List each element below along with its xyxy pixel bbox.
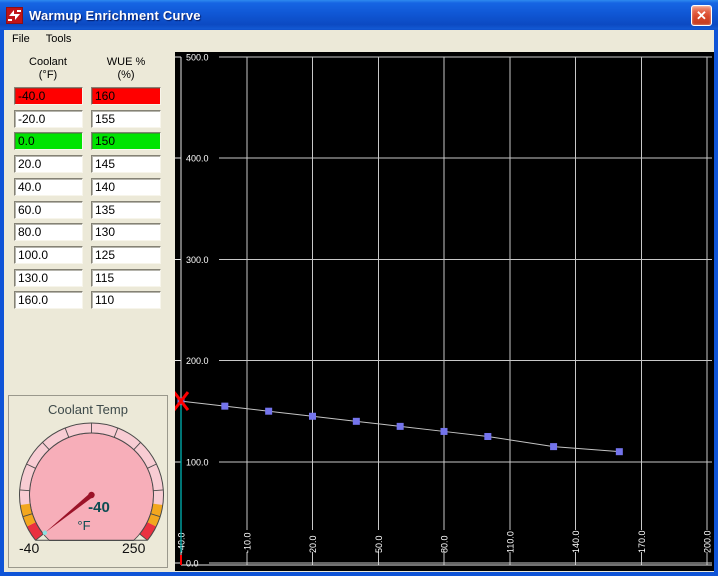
menu-tools[interactable]: Tools [38,31,80,47]
y-tick-label: 300.0 [186,255,209,265]
x-tick-label: 20.0 [308,535,318,553]
curve-point-6[interactable] [440,427,448,435]
y-tick-label: 0.0 [186,559,199,569]
wue-chart: 0.0100.0200.0300.0400.0500.0-40.0-10.020… [175,52,714,571]
x-tick-label: 80.0 [440,535,450,553]
client-area: File Tools Coolant (°F) WUE % (%) -40.0 1… [4,30,714,572]
wue-cell-1[interactable]: 155 [91,109,161,128]
column-unit: (°F) [38,69,58,81]
wue-cell-7[interactable]: 125 [91,245,161,264]
curve-point-1[interactable] [221,402,229,410]
app-window: Warmup Enrichment Curve ✕ File Tools Coo… [0,0,718,576]
gauge-max-label: 250 [122,540,146,556]
menubar: File Tools [4,30,714,48]
coolant-cell-6[interactable]: 80.0 [14,223,83,242]
x-tick-label: 200.0 [703,530,713,553]
y-tick-label: 400.0 [186,154,209,164]
y-tick-label: 200.0 [186,356,209,366]
curve-point-7[interactable] [484,433,492,440]
wue-cell-4[interactable]: 140 [91,177,161,196]
coolant-cell-4[interactable]: 40.0 [14,177,83,196]
column-header-coolant: Coolant (°F) [12,56,84,82]
x-tick-label: 170.0 [637,530,647,553]
wue-cell-0[interactable]: 160 [91,87,161,105]
column-unit: (%) [117,69,135,81]
curve-point-5[interactable] [396,422,404,430]
column-title: WUE % [106,56,146,68]
x-tick-label: 50.0 [374,535,384,553]
wue-cell-5[interactable]: 135 [91,200,161,219]
wue-cell-2[interactable]: 150 [91,132,161,151]
y-tick-label: 500.0 [186,53,209,63]
close-button[interactable]: ✕ [691,4,712,26]
gauge-needle-pivot [88,491,95,499]
x-tick-label: 140.0 [571,530,581,553]
gauge-unit: °F [77,518,91,533]
curve-point-9[interactable] [615,448,623,456]
column-header-wue: WUE % (%) [90,56,162,82]
coolant-cell-9[interactable]: 160.0 [14,291,83,310]
wue-cell-9[interactable]: 110 [91,291,161,310]
curve-point-4[interactable] [352,417,360,425]
column-title: Coolant [29,56,67,68]
coolant-cell-0[interactable]: -40.0 [14,87,83,105]
coolant-gauge-panel: Coolant Temp -40 °F -40 250 [8,395,168,568]
window-title: Warmup Enrichment Curve [29,7,201,23]
menu-file[interactable]: File [4,31,38,47]
gauge-title: Coolant Temp [48,402,128,417]
wue-curve-plot[interactable]: 0.0100.0200.0300.0400.0500.0-40.0-10.020… [175,52,714,571]
app-icon [6,6,23,24]
wue-cell-8[interactable]: 115 [91,268,161,287]
coolant-cell-5[interactable]: 60.0 [14,200,83,219]
gauge-value: -40 [88,499,110,516]
coolant-cell-2[interactable]: 0.0 [14,132,83,151]
y-tick-label: 100.0 [186,457,209,467]
gauge-min-label: -40 [19,540,40,556]
coolant-cell-8[interactable]: 130.0 [14,268,83,287]
curve-point-3[interactable] [309,412,316,420]
coolant-cell-3[interactable]: 20.0 [14,155,83,174]
wue-cell-6[interactable]: 130 [91,223,161,242]
x-tick-label: -10.0 [242,532,252,553]
coolant-cell-7[interactable]: 100.0 [14,245,83,264]
titlebar[interactable]: Warmup Enrichment Curve ✕ [0,0,718,30]
wue-cell-3[interactable]: 145 [91,155,161,174]
curve-point-8[interactable] [550,443,558,451]
curve-point-2[interactable] [265,407,273,415]
coolant-cell-1[interactable]: -20.0 [14,109,83,128]
x-tick-label: 110.0 [505,531,515,553]
